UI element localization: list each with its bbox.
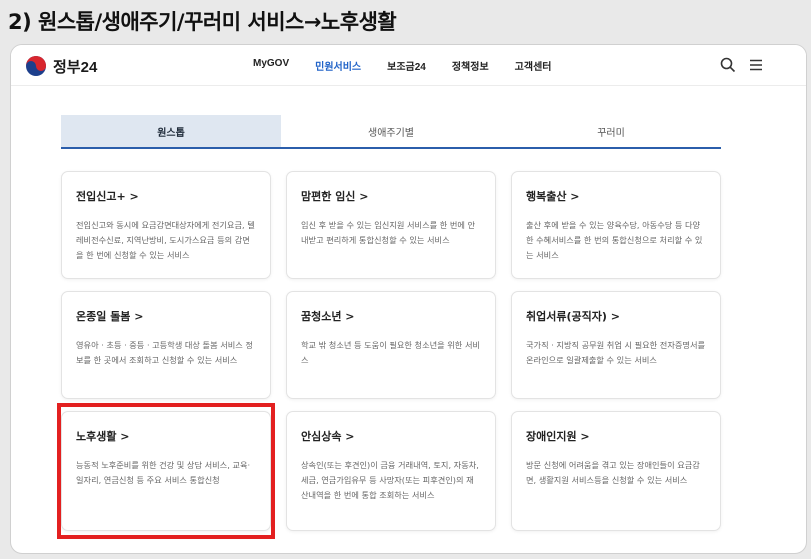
tab-bundle[interactable]: 꾸러미: [501, 115, 721, 147]
card-description: 전입신고와 동시에 요금감면대상자에게 전기요금, 텔레비전수신료, 지역난방비…: [76, 220, 255, 260]
taegeuk-logo-icon: [26, 56, 46, 76]
nav-item-mygov[interactable]: MyGOV: [253, 58, 289, 73]
card-title: 행복출산 >: [526, 190, 580, 203]
slide-caption: 2) 원스톱/생애주기/꾸러미 서비스→노후생활: [8, 10, 397, 34]
service-tabs: 원스톱 생애주기별 꾸러미: [61, 115, 721, 149]
nav-item-subsidy24[interactable]: 보조금24: [387, 58, 426, 73]
card-description: 국가직 · 지방직 공무원 취업 시 필요한 전자증명서를 온라인으로 일괄제출…: [526, 340, 706, 365]
card-title: 전입신고+ >: [76, 190, 139, 203]
card-description: 능동적 노후준비를 위한 건강 및 상담 서비스, 교육·일자리, 연금신청 등…: [76, 460, 251, 485]
service-card-youth[interactable]: 꿈청소년 > 학교 밖 청소년 등 도움이 필요한 청소년을 위한 서비스: [286, 291, 496, 399]
nav-item-policy-info[interactable]: 정책정보: [452, 58, 489, 73]
card-description: 영유아 · 초등 · 중등 · 고등학생 대상 돌봄 서비스 정보를 한 곳에서…: [76, 340, 253, 365]
card-description: 출산 후에 받을 수 있는 양육수당, 아동수당 등 다양한 수혜서비스를 한 …: [526, 220, 703, 260]
card-title: 장애인지원 >: [526, 430, 590, 443]
nav-item-customer-center[interactable]: 고객센터: [515, 58, 552, 73]
main-nav: MyGOV 민원서비스 보조금24 정책정보 고객센터: [253, 58, 577, 73]
card-title: 온종일 돌봄 >: [76, 310, 144, 323]
card-description: 방문 신청에 어려움을 겪고 있는 장애인들이 요금감면, 생활지원 서비스등을…: [526, 460, 700, 485]
service-card-childbirth[interactable]: 행복출산 > 출산 후에 받을 수 있는 양육수당, 아동수당 등 다양한 수혜…: [511, 171, 721, 279]
site-name: 정부24: [53, 58, 98, 76]
site-header: 정부24 MyGOV 민원서비스 보조금24 정책정보 고객센터: [11, 45, 806, 86]
browser-frame: 정부24 MyGOV 민원서비스 보조금24 정책정보 고객센터 원스톱 생애주…: [10, 44, 807, 554]
tab-one-stop[interactable]: 원스톱: [61, 115, 281, 147]
card-description: 임신 후 받을 수 있는 임신지원 서비스를 한 번에 안내받고 편리하게 통합…: [301, 220, 476, 245]
service-card-all-day-care[interactable]: 온종일 돌봄 > 영유아 · 초등 · 중등 · 고등학생 대상 돌봄 서비스 …: [61, 291, 271, 399]
card-title: 노후생활 >: [76, 430, 130, 443]
card-description: 학교 밖 청소년 등 도움이 필요한 청소년을 위한 서비스: [301, 340, 481, 365]
card-title: 꿈청소년 >: [301, 310, 355, 323]
service-card-move-in[interactable]: 전입신고+ > 전입신고와 동시에 요금감면대상자에게 전기요금, 텔레비전수신…: [61, 171, 271, 279]
service-card-pregnancy[interactable]: 맘편한 임신 > 임신 후 받을 수 있는 임신지원 서비스를 한 번에 안내받…: [286, 171, 496, 279]
card-description: 상속인(또는 후견인)이 금융 거래내역, 토지, 자동차, 세금, 연금가입유…: [301, 460, 479, 500]
service-card-employment-docs[interactable]: 취업서류(공직자) > 국가직 · 지방직 공무원 취업 시 필요한 전자증명서…: [511, 291, 721, 399]
nav-item-civil-services[interactable]: 민원서비스: [315, 58, 361, 73]
service-card-retirement-life[interactable]: 노후생활 > 능동적 노후준비를 위한 건강 및 상담 서비스, 교육·일자리,…: [61, 411, 271, 531]
service-card-disability-support[interactable]: 장애인지원 > 방문 신청에 어려움을 겪고 있는 장애인들이 요금감면, 생활…: [511, 411, 721, 531]
menu-icon[interactable]: [747, 56, 765, 74]
card-title: 취업서류(공직자) >: [526, 310, 620, 323]
card-title: 맘편한 임신 >: [301, 190, 369, 203]
card-title: 안심상속 >: [301, 430, 355, 443]
tab-life-cycle[interactable]: 생애주기별: [281, 115, 501, 147]
site-logo[interactable]: 정부24: [25, 55, 97, 77]
search-icon[interactable]: [719, 56, 737, 74]
service-card-inheritance[interactable]: 안심상속 > 상속인(또는 후견인)이 금융 거래내역, 토지, 자동차, 세금…: [286, 411, 496, 531]
